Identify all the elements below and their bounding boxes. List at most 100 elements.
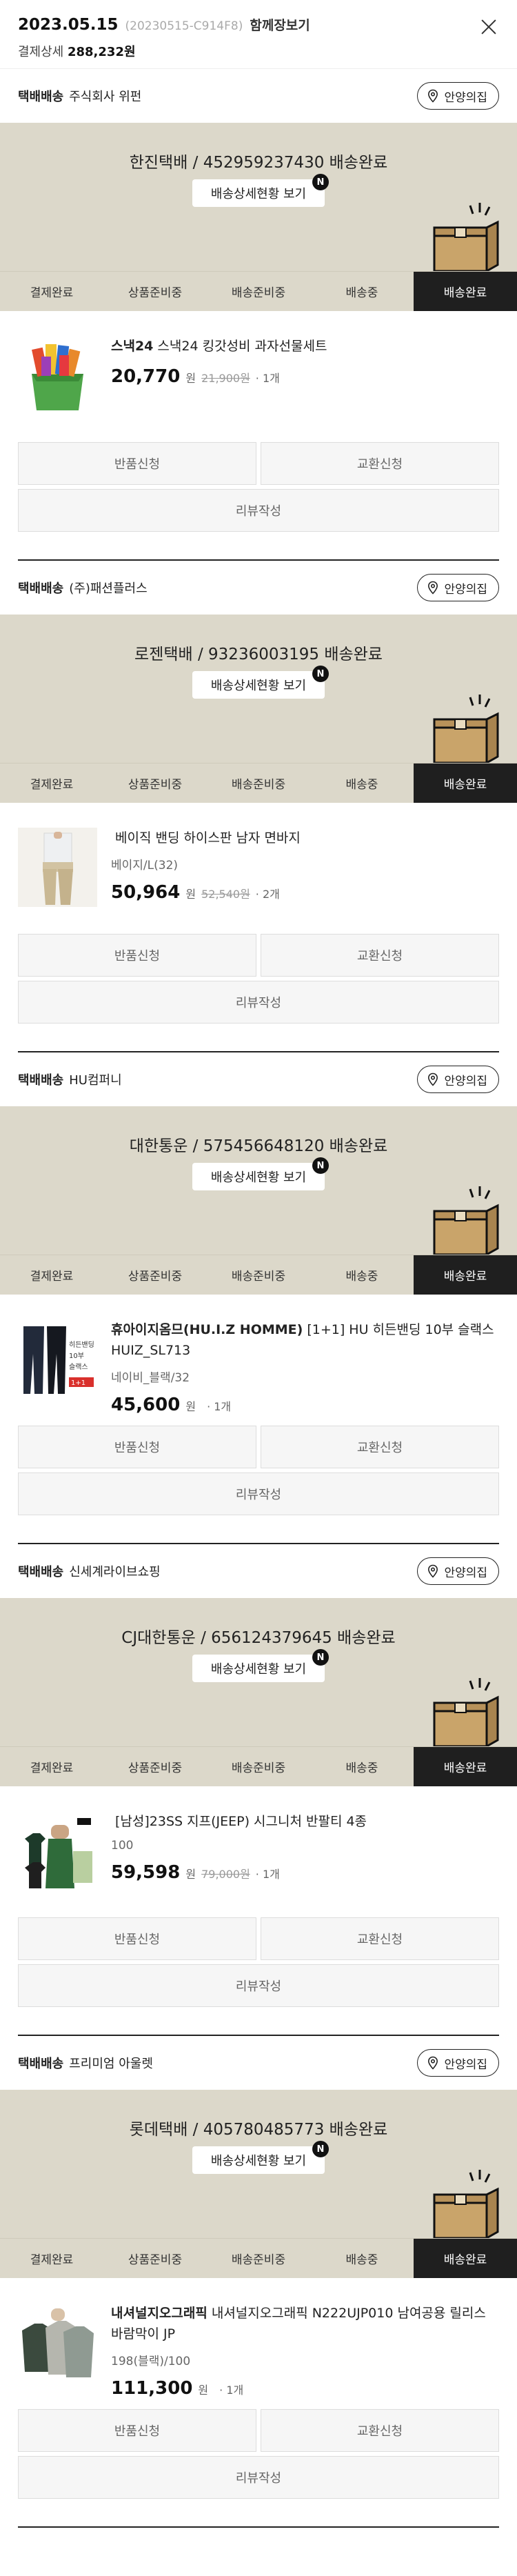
product-info: 스낵24 스낵24 킹갓성비 과자선물세트 20,770 원 21,900원 · … — [111, 336, 499, 442]
product-item[interactable]: 스낵24 스낵24 킹갓성비 과자선물세트 20,770 원 21,900원 · … — [0, 311, 517, 442]
delivery-tag: 택배배송 — [18, 1565, 64, 1579]
group-view-link[interactable]: 함께장보기 — [250, 15, 310, 34]
product-price: 45,600 — [111, 1395, 181, 1415]
return-request-button[interactable]: 반품신청 — [18, 2409, 256, 2452]
product-option: 100 — [111, 1839, 134, 1853]
currency-unit: 원 — [185, 1868, 196, 1881]
address-guide-label: 안양의집 — [444, 90, 487, 105]
delivery-status-banner: 롯데택배 / 405780485773 배송완료 배송상세현황 보기 N — [0, 2090, 517, 2238]
product-quantity: · 2개 — [255, 888, 280, 901]
delivery-status-banner: CJ대한통운 / 656124379645 배송완료 배송상세현황 보기 N — [0, 1598, 517, 1746]
close-icon[interactable] — [478, 17, 499, 37]
step-delivered: 배송완료 — [414, 763, 517, 803]
address-guide-button[interactable]: 안양의집 — [417, 574, 499, 601]
tracking-detail-button[interactable]: 배송상세현황 보기 — [192, 179, 325, 207]
price-row: 111,300 원 · 1개 — [111, 2378, 499, 2399]
product-item[interactable]: 내셔널지오그래픽 내셔널지오그래픽 N222UJP010 남여공용 릴리스 바람막… — [0, 2278, 517, 2409]
return-request-button[interactable]: 반품신청 — [18, 934, 256, 977]
product-price: 111,300 — [111, 2378, 193, 2399]
write-review-button[interactable]: 리뷰작성 — [18, 1964, 499, 2007]
product-title: 베이직 밴딩 하이스판 남자 면바지 — [115, 830, 301, 846]
product-thumbnail[interactable]: 히든밴딩 10부 슬랙스 1+1 — [18, 1319, 97, 1399]
order-number: (20230515-C914F8) — [125, 19, 243, 33]
product-item[interactable]: [남성]23SS 지프(JEEP) 시그니처 반팔티 4종 100 59,598… — [0, 1786, 517, 1917]
product-item[interactable]: 히든밴딩 10부 슬랙스 1+1 휴아이지옴므(HU.I.Z HOMME) [1+1] … — [0, 1295, 517, 1426]
new-badge: N — [312, 1649, 329, 1666]
product-item[interactable]: 베이직 밴딩 하이스판 남자 면바지 베이지/L(32) 50,964 원 52… — [0, 803, 517, 934]
tracking-detail-button[interactable]: 배송상세현황 보기 — [192, 1163, 325, 1190]
delivered-box-icon — [433, 2170, 499, 2238]
address-guide-button[interactable]: 안양의집 — [417, 2049, 499, 2077]
product-info: 베이직 밴딩 하이스판 남자 면바지 베이지/L(32) 50,964 원 52… — [111, 828, 499, 934]
step-payment-complete: 결제완료 — [30, 286, 74, 300]
carrier-tracking: 롯데택배 / 405780485773 배송완료 — [129, 2121, 388, 2139]
exchange-request-button[interactable]: 교환신청 — [261, 934, 499, 977]
price-row: 20,770 원 21,900원 · 1개 — [111, 366, 499, 387]
exchange-request-button[interactable]: 교환신청 — [261, 442, 499, 485]
write-review-button[interactable]: 리뷰작성 — [18, 981, 499, 1024]
price-row: 45,600 원 · 1개 — [111, 1395, 499, 1415]
delivery-status-banner: 한진택배 / 452959237430 배송완료 배송상세현황 보기 N — [0, 123, 517, 271]
payment-amount: 288,232원 — [67, 45, 136, 59]
delivery-tag: 택배배송 — [18, 581, 64, 596]
product-quantity: · 1개 — [255, 1868, 280, 1881]
shipment-header: 택배배송 프리미엄 아울렛 안양의집 — [0, 2036, 517, 2090]
svg-text:10부: 10부 — [69, 1352, 84, 1360]
delivery-tag: 택배배송 — [18, 1073, 64, 1088]
address-guide-label: 안양의집 — [444, 582, 487, 597]
exchange-request-button[interactable]: 교환신청 — [261, 1917, 499, 1960]
address-guide-button[interactable]: 안양의집 — [417, 1066, 499, 1093]
step-delivered: 배송완료 — [414, 2239, 517, 2278]
return-request-button[interactable]: 반품신청 — [18, 442, 256, 485]
delivered-box-icon — [433, 1678, 499, 1746]
address-guide-button[interactable]: 안양의집 — [417, 82, 499, 110]
write-review-button[interactable]: 리뷰작성 — [18, 1472, 499, 1515]
tracking-detail-button[interactable]: 배송상세현황 보기 — [192, 2146, 325, 2174]
tracking-detail-button[interactable]: 배송상세현황 보기 — [192, 1655, 325, 1682]
return-request-button[interactable]: 반품신청 — [18, 1917, 256, 1960]
address-guide-button[interactable]: 안양의집 — [417, 1557, 499, 1585]
step-in-transit: 배송중 — [345, 1270, 378, 1284]
address-guide-label: 안양의집 — [444, 2057, 487, 2072]
write-review-button[interactable]: 리뷰작성 — [18, 489, 499, 532]
product-quantity: · 1개 — [255, 372, 280, 385]
seller-name: HU컴퍼니 — [69, 1073, 122, 1088]
product-thumbnail[interactable] — [18, 828, 97, 907]
shipment-card: 택배배송 주식회사 위펀 안양의집 한진택배 / 452959237430 배송완… — [0, 69, 517, 561]
product-thumbnail[interactable] — [18, 336, 97, 415]
carrier-tracking: CJ대한통운 / 656124379645 배송완료 — [121, 1629, 396, 1647]
product-name[interactable]: 내셔널지오그래픽 내셔널지오그래픽 N222UJP010 남여공용 릴리스 바람막… — [111, 2303, 499, 2344]
product-brand: 스낵24 — [111, 339, 154, 354]
product-name[interactable]: 스낵24 스낵24 킹갓성비 과자선물세트 — [111, 336, 499, 357]
step-in-transit: 배송중 — [345, 2253, 378, 2267]
product-name[interactable]: [남성]23SS 지프(JEEP) 시그니처 반팔티 4종 — [111, 1811, 499, 1832]
product-name[interactable]: 베이직 밴딩 하이스판 남자 면바지 — [111, 828, 499, 848]
delivery-tag: 택배배송 — [18, 2057, 64, 2071]
bottom-spacer — [0, 2528, 517, 2576]
payment-detail[interactable]: 결제상세 288,232원 — [18, 42, 499, 60]
product-thumbnail[interactable] — [18, 2303, 97, 2382]
shipment-header: 택배배송 HU컴퍼니 안양의집 — [0, 1052, 517, 1106]
delivery-progress-steps: 결제완료 상품준비중 배송준비중 배송중 배송완료 — [0, 2238, 517, 2278]
shipment-type: 택배배송 신세계라이브쇼핑 — [18, 1562, 161, 1580]
product-name[interactable]: 휴아이지옴므(HU.I.Z HOMME) [1+1] HU 히든밴딩 10부 슬랙… — [111, 1319, 499, 1361]
delivery-tag: 택배배송 — [18, 90, 64, 104]
product-brand: 내셔널지오그래픽 — [111, 2306, 207, 2321]
exchange-request-button[interactable]: 교환신청 — [261, 1426, 499, 1468]
step-delivered: 배송완료 — [414, 1255, 517, 1295]
new-badge: N — [312, 2141, 329, 2157]
delivery-status-banner: 로젠택배 / 93236003195 배송완료 배송상세현황 보기 N — [0, 615, 517, 763]
original-price: 21,900원 — [201, 372, 250, 385]
step-in-transit: 배송중 — [345, 286, 378, 300]
order-actions: 반품신청 교환신청 리뷰작성 — [0, 442, 517, 532]
write-review-button[interactable]: 리뷰작성 — [18, 2456, 499, 2499]
order-actions: 반품신청 교환신청 리뷰작성 — [0, 2409, 517, 2499]
order-actions: 반품신청 교환신청 리뷰작성 — [0, 934, 517, 1024]
return-request-button[interactable]: 반품신청 — [18, 1426, 256, 1468]
product-brand: 휴아이지옴므(HU.I.Z HOMME) — [111, 1322, 303, 1337]
product-option: 198(블랙)/100 — [111, 2355, 191, 2368]
exchange-request-button[interactable]: 교환신청 — [261, 2409, 499, 2452]
tracking-detail-button[interactable]: 배송상세현황 보기 — [192, 671, 325, 699]
product-thumbnail[interactable] — [18, 1811, 97, 1890]
new-badge: N — [312, 174, 329, 190]
